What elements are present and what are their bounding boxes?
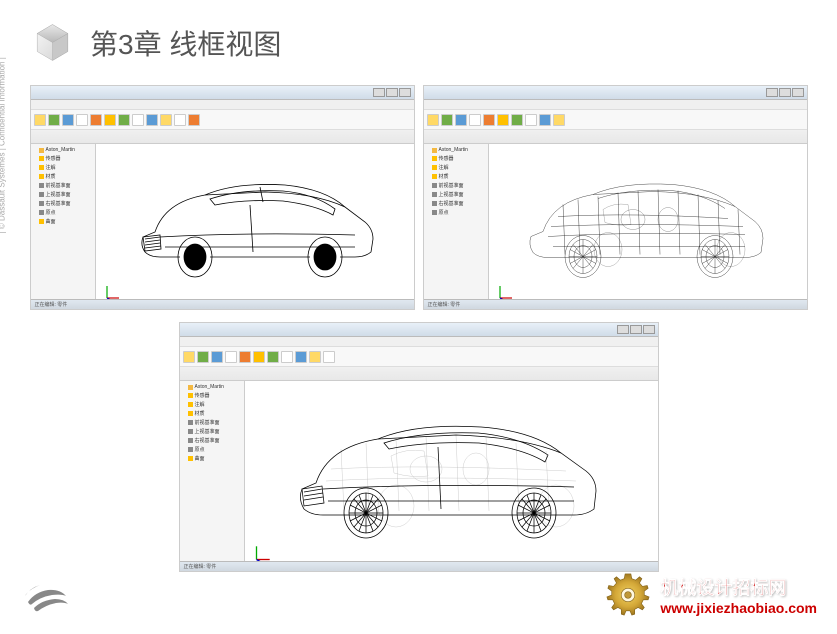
tool-save[interactable] xyxy=(62,114,74,126)
toolbar xyxy=(424,110,807,130)
tool-button[interactable] xyxy=(539,114,551,126)
menubar[interactable] xyxy=(180,337,658,347)
feature-tree[interactable]: Aston_Martin 传感器 注解 材质 前视基准面 上视基准面 右视基准面… xyxy=(180,381,245,571)
tool-button[interactable] xyxy=(309,351,321,363)
tool-button[interactable] xyxy=(118,114,130,126)
tool-button[interactable] xyxy=(183,351,195,363)
cad-screenshot-3: Aston_Martin 传感器 注解 材质 前视基准面 上视基准面 右视基准面… xyxy=(179,322,659,572)
tool-button[interactable] xyxy=(188,114,200,126)
tool-button[interactable] xyxy=(323,351,335,363)
tool-button[interactable] xyxy=(441,114,453,126)
ribbon[interactable] xyxy=(31,130,414,144)
ribbon[interactable] xyxy=(424,130,807,144)
tool-button[interactable] xyxy=(267,351,279,363)
confidential-text: | © Dassault Systemes | Confidential Inf… xyxy=(0,57,7,233)
viewport-3d[interactable] xyxy=(245,381,658,571)
minimize-button[interactable] xyxy=(373,88,385,97)
slide-header: 第3章 线框视图 xyxy=(0,0,837,75)
tool-button[interactable] xyxy=(483,114,495,126)
tree-item: 传感器 xyxy=(33,154,93,163)
tool-button[interactable] xyxy=(197,351,209,363)
viewport-3d[interactable] xyxy=(96,144,414,309)
toolbar xyxy=(180,347,658,367)
toolbar xyxy=(31,110,414,130)
maximize-button[interactable] xyxy=(779,88,791,97)
tree-item: 注解 xyxy=(33,163,93,172)
dassault-logo-icon xyxy=(20,574,75,619)
tree-root: Aston_Martin xyxy=(33,146,93,154)
tool-button[interactable] xyxy=(511,114,523,126)
statusbar: 正在编辑: 零件 xyxy=(31,299,414,309)
tree-item: 曲面 xyxy=(33,217,93,226)
tool-button[interactable] xyxy=(160,114,172,126)
statusbar: 正在编辑: 零件 xyxy=(424,299,807,309)
tool-button[interactable] xyxy=(469,114,481,126)
maximize-button[interactable] xyxy=(386,88,398,97)
tool-new[interactable] xyxy=(34,114,46,126)
tool-button[interactable] xyxy=(295,351,307,363)
car-wireframe-full xyxy=(503,154,793,299)
tree-item: 上视基准面 xyxy=(33,190,93,199)
tool-button[interactable] xyxy=(132,114,144,126)
viewport-3d[interactable] xyxy=(489,144,807,309)
tool-button[interactable] xyxy=(281,351,293,363)
watermark: 机械设计招标网 www.jixiezhaobiao.com xyxy=(604,571,817,619)
car-wireframe-silhouette xyxy=(115,157,395,297)
tool-button[interactable] xyxy=(76,114,88,126)
screenshot-gallery: Aston_Martin 传感器 注解 材质 前视基准面 上视基准面 右视基准面… xyxy=(0,75,837,582)
feature-tree[interactable]: Aston_Martin 传感器 注解 材质 前视基准面 上视基准面 右视基准面… xyxy=(424,144,489,309)
tool-button[interactable] xyxy=(146,114,158,126)
tree-item: 右视基准面 xyxy=(33,199,93,208)
tool-button[interactable] xyxy=(427,114,439,126)
titlebar xyxy=(180,323,658,337)
titlebar xyxy=(424,86,807,100)
page-title: 第3章 线框视图 xyxy=(90,23,281,63)
titlebar xyxy=(31,86,414,100)
minimize-button[interactable] xyxy=(766,88,778,97)
close-button[interactable] xyxy=(643,325,655,334)
tool-button[interactable] xyxy=(90,114,102,126)
maximize-button[interactable] xyxy=(630,325,642,334)
menubar[interactable] xyxy=(31,100,414,110)
close-button[interactable] xyxy=(792,88,804,97)
tree-item: 前视基准面 xyxy=(33,181,93,190)
tool-button[interactable] xyxy=(174,114,186,126)
tool-button[interactable] xyxy=(253,351,265,363)
tool-button[interactable] xyxy=(525,114,537,126)
tool-button[interactable] xyxy=(497,114,509,126)
cad-screenshot-2: Aston_Martin 传感器 注解 材质 前视基准面 上视基准面 右视基准面… xyxy=(423,85,808,310)
minimize-button[interactable] xyxy=(617,325,629,334)
feature-tree[interactable]: Aston_Martin 传感器 注解 材质 前视基准面 上视基准面 右视基准面… xyxy=(31,144,96,309)
watermark-title: 机械设计招标网 xyxy=(660,574,817,600)
tool-button[interactable] xyxy=(455,114,467,126)
statusbar: 正在编辑: 零件 xyxy=(180,561,658,571)
tool-button[interactable] xyxy=(104,114,116,126)
tool-button[interactable] xyxy=(239,351,251,363)
cad-screenshot-1: Aston_Martin 传感器 注解 材质 前视基准面 上视基准面 右视基准面… xyxy=(30,85,415,310)
tool-button[interactable] xyxy=(211,351,223,363)
cube-icon xyxy=(30,20,75,65)
gear-icon xyxy=(604,571,652,619)
tree-item: 材质 xyxy=(33,172,93,181)
ribbon[interactable] xyxy=(180,367,658,381)
tool-button[interactable] xyxy=(225,351,237,363)
menubar[interactable] xyxy=(424,100,807,110)
tool-button[interactable] xyxy=(553,114,565,126)
car-wireframe-hidden xyxy=(266,391,636,561)
tool-open[interactable] xyxy=(48,114,60,126)
close-button[interactable] xyxy=(399,88,411,97)
tree-item: 原点 xyxy=(33,208,93,217)
watermark-url: www.jixiezhaobiao.com xyxy=(660,600,817,616)
